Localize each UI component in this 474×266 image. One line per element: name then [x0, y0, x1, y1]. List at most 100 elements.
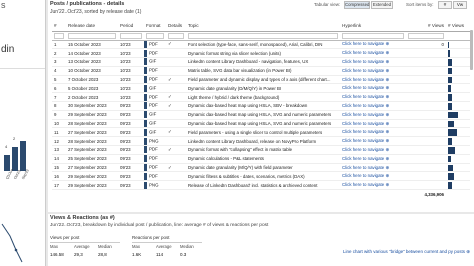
row-number: 15	[52, 163, 66, 173]
table-row: 1 15 October 2023 10'23 PDF ✓ Font selection …	[52, 40, 470, 50]
views-max-label: Max	[50, 244, 58, 249]
table-scrollbar[interactable]	[470, 30, 473, 70]
row-hyperlink[interactable]: Click here to navigate ⊕	[340, 101, 406, 111]
row-hyperlink[interactable]: Click here to navigate ⊕	[340, 119, 406, 129]
row-release-date: 27 September 2023	[66, 163, 118, 173]
table-row: 13 27 September 2023 09'23 PDF ✓ Dynamic form…	[52, 145, 470, 155]
row-release-date: 13 October 2023	[66, 57, 118, 67]
reactions-per-post-header: Reactions per post	[132, 235, 170, 240]
col-header-format[interactable]: Format	[144, 20, 166, 32]
row-views-bar-cell	[446, 92, 470, 103]
row-views	[406, 101, 446, 111]
views-bar	[448, 164, 453, 171]
views-bar	[448, 155, 451, 163]
row-views	[406, 48, 446, 59]
format-chip	[144, 67, 147, 75]
col-header-views[interactable]: # Views	[406, 20, 446, 32]
views-average-label: Average	[74, 244, 90, 249]
row-format: GIF	[144, 83, 166, 94]
format-chip	[144, 164, 147, 171]
format-label: GIF	[149, 111, 157, 117]
filter-cell[interactable]	[66, 31, 118, 41]
filter-cell[interactable]	[340, 31, 406, 41]
filter-cell[interactable]	[52, 31, 66, 41]
row-details	[166, 57, 186, 67]
row-format: PDF	[144, 66, 166, 76]
row-details	[166, 110, 186, 120]
filter-cell[interactable]	[118, 31, 144, 41]
col-header-hyperlink[interactable]: Hyperlink	[340, 20, 406, 32]
row-period: 10'23	[118, 40, 144, 50]
row-number: 10	[52, 119, 66, 129]
row-topic: Dynamic dax-based heat map using HSLA, S…	[186, 101, 340, 111]
row-views: 0	[406, 40, 446, 50]
row-views-bar-cell	[446, 154, 470, 164]
row-topic: Matrix table, SVG data bar visualization…	[186, 66, 340, 76]
col-header-topic[interactable]: Topic	[186, 20, 340, 32]
row-format: PDF	[144, 92, 166, 103]
format-chip	[144, 84, 147, 92]
sort-by-views-button[interactable]: Vw	[453, 1, 467, 9]
table-row: 3 13 October 2023 10'23 GIF LinkedIn content…	[52, 57, 470, 67]
row-views	[406, 145, 446, 155]
views-bar	[448, 67, 452, 75]
views-median-label: Median	[98, 244, 112, 249]
col-header-views-bar[interactable]: # Views	[446, 20, 470, 32]
row-hyperlink[interactable]: Click here to navigate ⊕	[340, 127, 406, 138]
row-details	[166, 136, 186, 147]
view-extended-button[interactable]: Extended	[371, 1, 393, 9]
views-reactions-title: Views & Reactions (as #)	[50, 215, 115, 221]
row-hyperlink[interactable]: Click here to navigate ⊕	[340, 145, 406, 155]
row-hyperlink[interactable]: Click here to navigate ⊕	[340, 75, 406, 85]
row-number: 4	[52, 66, 66, 76]
row-hyperlink[interactable]: Click here to navigate ⊕	[340, 136, 406, 147]
row-format: PDF	[144, 154, 166, 164]
filter-cell[interactable]	[144, 31, 166, 41]
filter-cell[interactable]	[166, 31, 186, 41]
row-details: ✓	[166, 40, 186, 50]
table-row: 65 October 2023 10'23 GIF Dynamic date gran…	[52, 83, 470, 94]
line-chart-note-link[interactable]: Line chart with various "bridge" between…	[343, 249, 470, 255]
row-number: 12	[52, 136, 66, 147]
row-topic: Dynamic date granularity (M/Q/Y) with fi…	[186, 163, 340, 173]
col-header-period[interactable]: Period	[118, 20, 144, 32]
table-row: 11 27 September 2023 09'23 GIF ✓ Field parame…	[52, 127, 470, 138]
row-release-date: 29 September 2023	[66, 180, 118, 191]
row-hyperlink[interactable]: Click here to navigate ⊕	[340, 66, 406, 76]
row-hyperlink[interactable]: Click here to navigate ⊕	[340, 83, 406, 94]
views-bar	[448, 41, 449, 48]
row-topic: LinkedIn content Library Dashboard, rele…	[186, 136, 340, 147]
row-hyperlink[interactable]: Click here to navigate ⊕	[340, 92, 406, 103]
row-topic: Release of LinkedIn Dashboard' incl. sta…	[186, 180, 340, 191]
views-bar	[448, 120, 454, 127]
row-hyperlink[interactable]: Click here to navigate ⊕	[340, 48, 406, 59]
format-label: PNG	[149, 138, 159, 144]
format-label: PDF	[149, 164, 158, 170]
row-views	[406, 110, 446, 120]
left-line-series	[1, 223, 23, 263]
table-row: 14 25 September 2023 09'23 PDF Dynamic calcu…	[52, 154, 470, 164]
format-chip	[144, 155, 147, 163]
col-header-number[interactable]: #	[52, 20, 66, 32]
format-label: GIF	[149, 59, 157, 65]
row-views-bar-cell	[446, 171, 470, 182]
row-hyperlink[interactable]: Click here to navigate ⊕	[340, 180, 406, 191]
view-compressed-button[interactable]: Compressed	[344, 1, 370, 9]
col-header-release-date[interactable]: Release date	[66, 20, 118, 32]
row-hyperlink[interactable]: Click here to navigate ⊕	[340, 40, 406, 50]
row-hyperlink[interactable]: Click here to navigate ⊕	[340, 154, 406, 164]
row-hyperlink[interactable]: Click here to navigate ⊕	[340, 171, 406, 182]
sort-by-number-button[interactable]: #	[438, 1, 452, 9]
filter-cell[interactable]	[406, 31, 446, 41]
row-period: 10'23	[118, 66, 144, 76]
row-hyperlink[interactable]: Click here to navigate ⊕	[340, 110, 406, 120]
row-period: 09'23	[118, 101, 144, 111]
col-header-details[interactable]: Details	[166, 20, 186, 32]
views-median-value: 28,8	[98, 252, 107, 257]
row-format: PNG	[144, 136, 166, 147]
row-hyperlink[interactable]: Click here to navigate ⊕	[340, 163, 406, 173]
row-hyperlink[interactable]: Click here to navigate ⊕	[340, 57, 406, 67]
row-period: 10'23	[118, 92, 144, 103]
filter-cell[interactable]	[186, 31, 340, 41]
row-period: 09'23	[118, 154, 144, 164]
